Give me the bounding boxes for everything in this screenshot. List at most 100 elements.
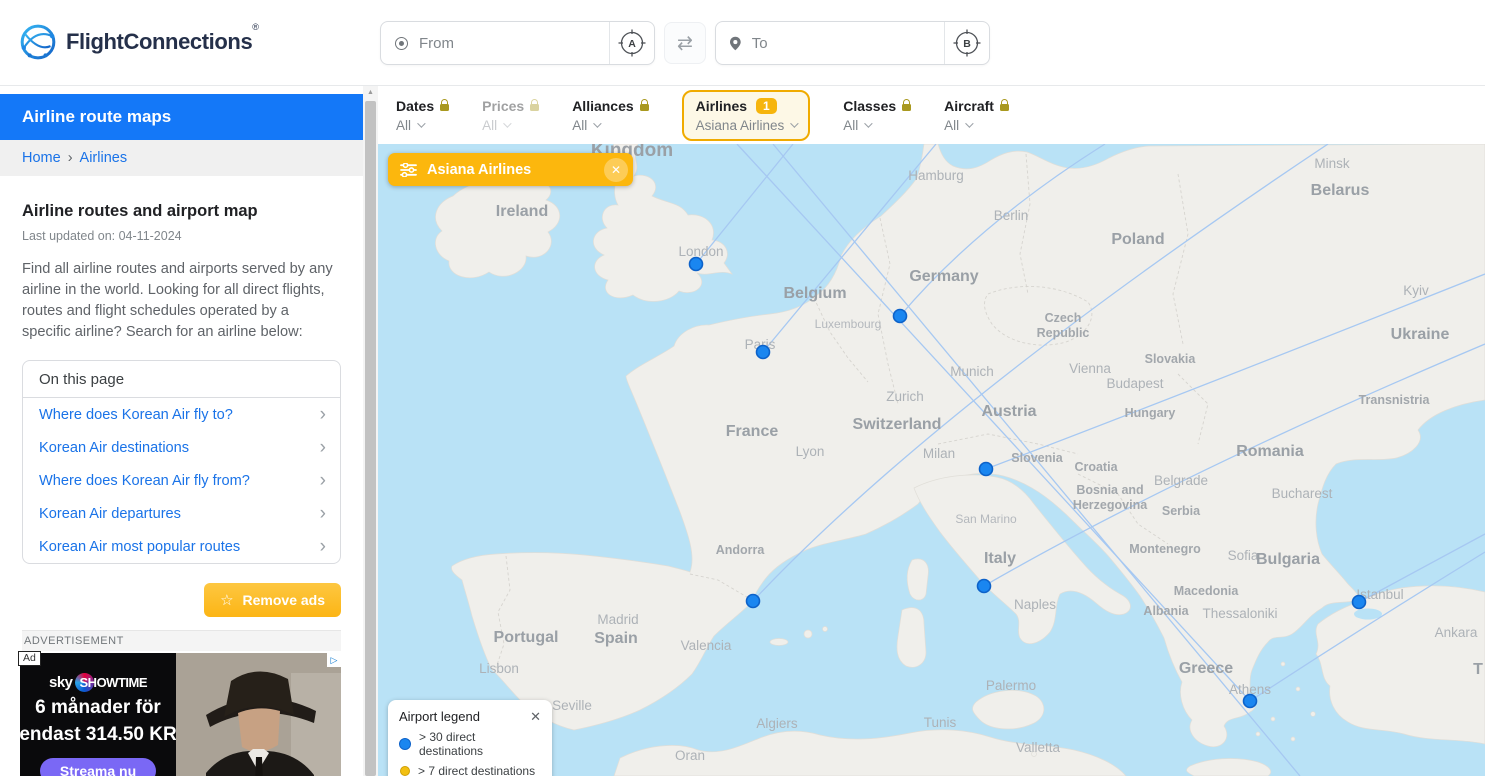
filter-bar: Dates All Prices All Alliances All Airli… <box>378 86 1485 144</box>
airport-legend: Airport legend ✕ > 30 direct destination… <box>388 700 552 776</box>
from-input[interactable] <box>419 35 595 52</box>
top-header: FlightConnections® A ⇄ <box>0 0 1485 86</box>
toc-link-label[interactable]: Korean Air departures <box>39 506 181 522</box>
scrollbar-thumb[interactable] <box>365 101 376 776</box>
last-updated: Last updated on: 04-11-2024 <box>22 229 341 243</box>
map-label: Naples <box>1014 597 1056 612</box>
filter-aircraft[interactable]: Aircraft All <box>944 98 1009 133</box>
filter-alliances[interactable]: Alliances All <box>572 98 648 133</box>
airport-dot[interactable] <box>894 310 907 323</box>
filter-airlines[interactable]: Airlines1 Asiana Airlines <box>682 90 811 141</box>
toc-link-popular-routes[interactable]: Korean Air most popular routes › <box>23 530 340 563</box>
breadcrumb-home-link[interactable]: Home <box>22 150 61 166</box>
route-map[interactable]: KingdomDublinMinskHamburgBelarusIrelandB… <box>378 144 1485 776</box>
map-label: Republic <box>1037 326 1090 340</box>
map-label: Czech <box>1045 311 1082 325</box>
route-search: A ⇄ B <box>380 21 990 65</box>
filter-value: All <box>482 118 497 133</box>
map-label: Palermo <box>986 678 1036 693</box>
filter-value: All <box>572 118 587 133</box>
filter-count-badge: 1 <box>756 98 777 114</box>
toc-link-label[interactable]: Korean Air destinations <box>39 440 189 456</box>
map-label: Valencia <box>681 638 732 653</box>
adchoices-icon[interactable]: ▷ <box>327 653 341 667</box>
map-label: Germany <box>909 268 978 285</box>
ad-badge[interactable]: Ad <box>18 651 41 666</box>
yellow-dot-icon <box>400 766 410 776</box>
legend-item-label: > 30 direct destinations <box>419 730 541 758</box>
toc-link-label[interactable]: Where does Korean Air fly to? <box>39 407 233 423</box>
to-pin-icon <box>730 36 741 51</box>
active-airline-tag[interactable]: Asiana Airlines ✕ <box>388 153 633 186</box>
filter-label: Airlines <box>696 98 747 114</box>
brand-logo[interactable]: FlightConnections® <box>18 22 259 62</box>
filter-prices[interactable]: Prices All <box>482 98 539 133</box>
filter-label: Classes <box>843 98 896 114</box>
map-label: Spain <box>594 630 638 647</box>
airport-dot[interactable] <box>757 346 770 359</box>
sidebar-title: Airline route maps <box>0 94 363 140</box>
to-field[interactable]: B <box>715 21 990 65</box>
logo-sky-text: sky <box>49 674 73 691</box>
map-label: T <box>1473 661 1483 678</box>
toc-link-label[interactable]: Korean Air most popular routes <box>39 539 240 555</box>
airport-dot[interactable] <box>747 595 760 608</box>
toc-link-fly-to[interactable]: Where does Korean Air fly to? › <box>23 398 340 431</box>
map-label: London <box>678 244 723 259</box>
airport-dot[interactable] <box>980 463 993 476</box>
chevron-right-icon: › <box>320 504 326 523</box>
page-title: Airline routes and airport map <box>22 202 341 221</box>
legend-close-icon[interactable]: ✕ <box>530 710 541 723</box>
ad-offer-line2: endast 314.50 KR <box>19 723 176 746</box>
to-input[interactable] <box>752 35 930 52</box>
map-label: Macedonia <box>1174 584 1240 598</box>
svg-text:A: A <box>628 38 636 50</box>
compass-b-icon: B <box>952 28 982 58</box>
toc-link-label[interactable]: Where does Korean Air fly from? <box>39 473 250 489</box>
map-label: Bulgaria <box>1256 551 1320 568</box>
breadcrumb-airlines-link[interactable]: Airlines <box>80 150 128 166</box>
airport-dot[interactable] <box>978 580 991 593</box>
breadcrumb: Home›Airlines <box>0 140 363 176</box>
map-label: Minsk <box>1314 156 1350 171</box>
airport-dot[interactable] <box>1244 695 1257 708</box>
map-label: Luxembourg <box>815 317 882 331</box>
map-label: Vienna <box>1069 361 1111 376</box>
filter-sliders-icon <box>400 163 417 177</box>
map-label: Belarus <box>1311 182 1370 199</box>
filter-dates[interactable]: Dates All <box>396 98 449 133</box>
toc-link-departures[interactable]: Korean Air departures › <box>23 497 340 530</box>
to-marker-button[interactable]: B <box>945 28 989 58</box>
advertisement-banner[interactable]: Ad sky SHOWTIME 6 månader för endast 314… <box>20 653 341 776</box>
filter-classes[interactable]: Classes All <box>843 98 911 133</box>
on-this-page-title: On this page <box>23 361 340 398</box>
lock-icon <box>440 104 449 111</box>
from-field[interactable]: A <box>380 21 655 65</box>
map-label: Ankara <box>1435 625 1478 640</box>
chevron-right-icon: › <box>320 405 326 424</box>
map-label: Slovakia <box>1145 352 1197 366</box>
swap-from-to-button[interactable]: ⇄ <box>664 22 706 64</box>
airline-tag-close-icon[interactable]: ✕ <box>604 158 628 182</box>
filter-value: All <box>944 118 959 133</box>
advertisement-label: ADVERTISEMENT <box>22 630 341 651</box>
remove-ads-button[interactable]: ☆ Remove ads <box>204 583 341 617</box>
airline-tag-label: Asiana Airlines <box>427 162 594 178</box>
lock-icon <box>1000 104 1009 111</box>
toc-link-fly-from[interactable]: Where does Korean Air fly from? › <box>23 464 340 497</box>
from-marker-button[interactable]: A <box>610 28 654 58</box>
map-label: Portugal <box>494 629 559 646</box>
logo-showtime-text: SHOWTIME <box>80 675 148 690</box>
legend-item-label: > 7 direct destinations <box>418 764 535 776</box>
airport-dot[interactable] <box>690 258 703 271</box>
filter-label: Aircraft <box>944 98 994 114</box>
toc-link-destinations[interactable]: Korean Air destinations › <box>23 431 340 464</box>
chevron-down-icon <box>790 119 798 127</box>
scroll-up-arrow-icon[interactable]: ▲ <box>363 86 378 100</box>
map-label: Oran <box>675 748 705 763</box>
map-label: Serbia <box>1162 504 1201 518</box>
map-label: Sofia <box>1228 548 1259 563</box>
airport-dot[interactable] <box>1353 596 1366 609</box>
sidebar-scrollbar[interactable]: ▲ <box>363 86 378 776</box>
ad-cta-button[interactable]: Streama nu <box>40 758 156 776</box>
